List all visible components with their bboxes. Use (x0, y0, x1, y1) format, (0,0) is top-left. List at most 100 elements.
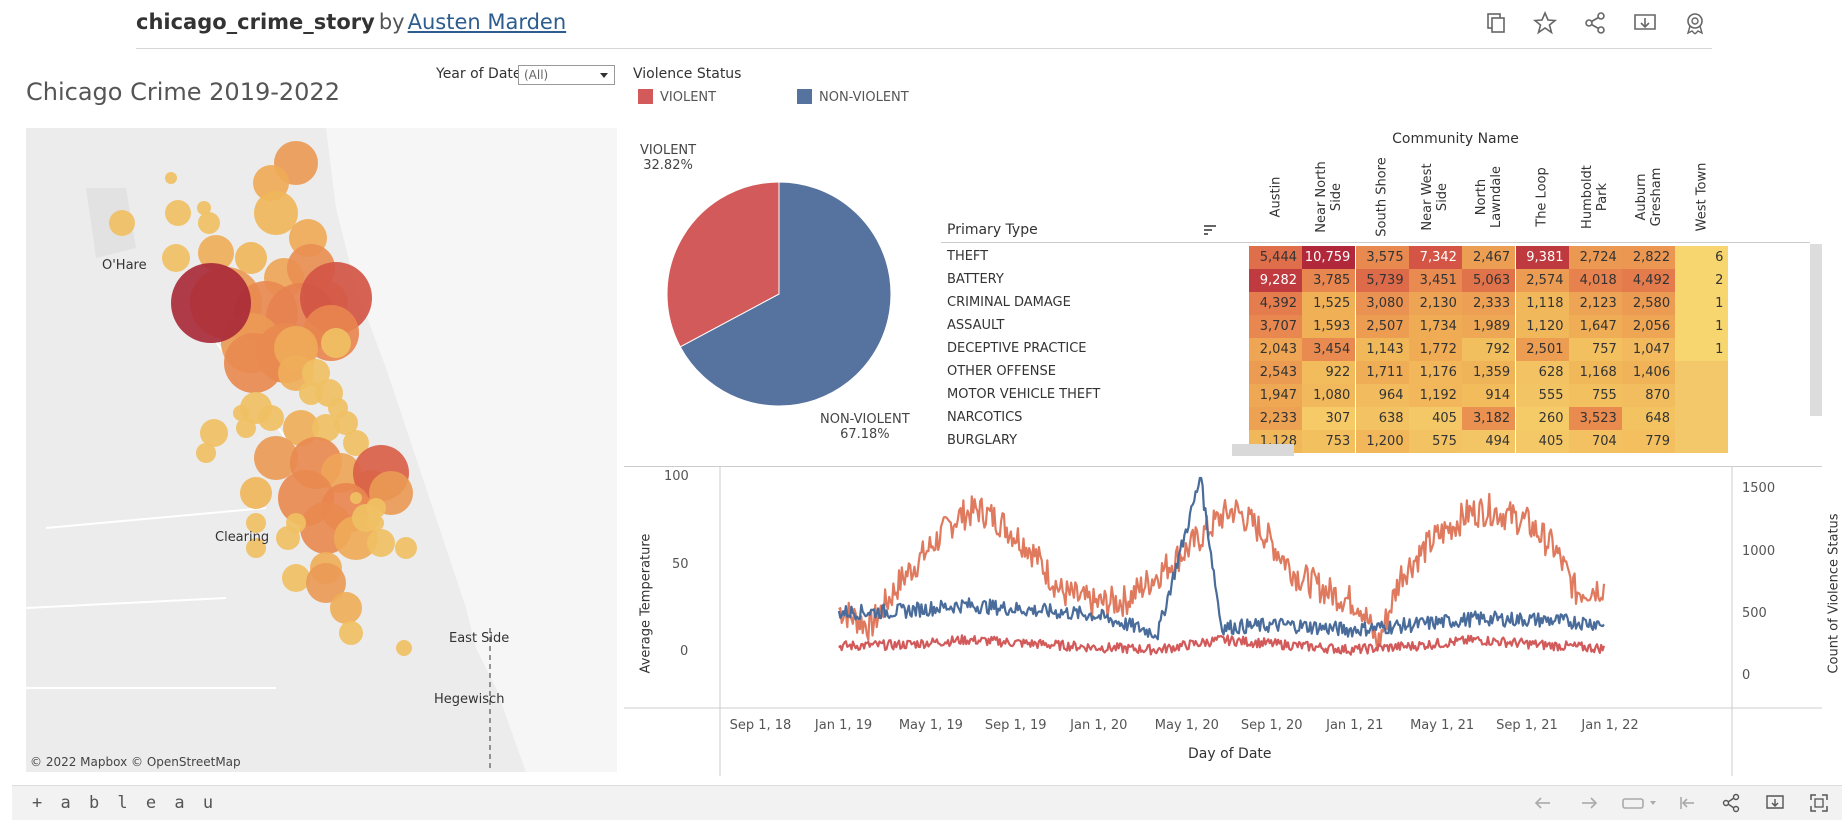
row-label[interactable]: CRIMINAL DAMAGE (947, 295, 1071, 310)
heatmap-cell[interactable]: 5,739 (1355, 269, 1409, 292)
row-label[interactable]: BATTERY (947, 272, 1004, 287)
heatmap-cell[interactable]: 3,707 (1249, 315, 1302, 338)
tableau-logo[interactable]: + a b l e a u (32, 793, 217, 813)
heatmap-cell[interactable]: 4,492 (1622, 269, 1676, 292)
heatmap-cell[interactable]: 753 (1302, 430, 1356, 453)
crime-bubble[interactable] (339, 621, 363, 645)
heatmap-cell[interactable]: 1,192 (1408, 384, 1462, 407)
column-header[interactable]: The Loop (1516, 154, 1569, 240)
heatmap-cell[interactable]: 2,724 (1568, 246, 1622, 269)
crime-bubble[interactable] (236, 418, 256, 438)
legend-item-violent[interactable]: VIOLENT (638, 89, 716, 105)
heatmap-cell[interactable]: 1,989 (1462, 315, 1516, 338)
heatmap-cell[interactable]: 2,543 (1249, 361, 1302, 384)
heatmap-cell[interactable]: 1,359 (1462, 361, 1516, 384)
heatmap-cell[interactable]: 405 (1408, 407, 1462, 430)
heatmap-cell[interactable]: 494 (1462, 430, 1516, 453)
heatmap-cell[interactable]: 5,444 (1249, 246, 1302, 269)
crime-bubble[interactable] (276, 526, 300, 550)
crime-bubble[interactable] (198, 212, 220, 234)
first-page-icon[interactable] (1676, 792, 1698, 814)
share-icon[interactable] (1720, 792, 1742, 814)
share-icon[interactable] (1582, 10, 1608, 36)
time-series-chart[interactable]: Average Temperature Count of Violence St… (624, 466, 1842, 776)
heatmap-cell[interactable]: 638 (1355, 407, 1409, 430)
duplicate-icon[interactable] (1482, 10, 1508, 36)
heatmap-cell[interactable]: 5,063 (1462, 269, 1516, 292)
crime-bubble[interactable] (258, 405, 284, 431)
heatmap-cell[interactable] (1675, 407, 1729, 430)
heatmap-cell[interactable]: 307 (1302, 407, 1356, 430)
heatmap-cell[interactable]: 1,176 (1408, 361, 1462, 384)
revert-icon[interactable] (1620, 792, 1660, 814)
heatmap-cell[interactable]: 1,080 (1302, 384, 1356, 407)
crime-heatmap-table[interactable]: Community Name Primary Type Austin Near N… (941, 128, 1810, 458)
crime-bubble[interactable] (350, 492, 362, 504)
column-header[interactable]: North Lawndale (1462, 154, 1515, 240)
download-icon[interactable] (1632, 10, 1658, 36)
heatmap-cell[interactable]: 3,575 (1355, 246, 1409, 269)
author-link[interactable]: Austen Marden (408, 10, 567, 34)
violence-pie-chart[interactable] (665, 180, 893, 408)
crime-bubble[interactable] (109, 210, 135, 236)
heatmap-cell[interactable]: 1 (1675, 315, 1729, 338)
heatmap-cell[interactable]: 4,392 (1249, 292, 1302, 315)
crime-bubble[interactable] (233, 405, 249, 421)
heatmap-cell[interactable]: 2,043 (1249, 338, 1302, 361)
redo-icon[interactable] (1578, 792, 1600, 814)
heatmap-cell[interactable]: 10,759 (1302, 246, 1356, 269)
heatmap-cell[interactable] (1675, 430, 1729, 453)
undo-icon[interactable] (1532, 792, 1554, 814)
crime-bubble[interactable] (282, 564, 310, 592)
heatmap-cell[interactable]: 964 (1355, 384, 1409, 407)
row-label[interactable]: MOTOR VEHICLE THEFT (947, 387, 1100, 402)
fullscreen-icon[interactable] (1808, 792, 1830, 814)
heatmap-cell[interactable]: 260 (1515, 407, 1569, 430)
heatmap-cell[interactable]: 2,580 (1622, 292, 1676, 315)
heatmap-cell[interactable] (1675, 361, 1729, 384)
heatmap-cell[interactable]: 3,454 (1302, 338, 1356, 361)
column-header[interactable]: Near North Side (1302, 154, 1355, 240)
heatmap-cell[interactable]: 3,523 (1568, 407, 1622, 430)
crime-bubble[interactable] (330, 592, 362, 624)
heatmap-cell[interactable]: 3,785 (1302, 269, 1356, 292)
crime-bubble[interactable] (254, 191, 298, 235)
heatmap-cell[interactable]: 2,130 (1408, 292, 1462, 315)
crime-bubble[interactable] (367, 529, 395, 557)
heatmap-cell[interactable]: 555 (1515, 384, 1569, 407)
heatmap-cell[interactable]: 1 (1675, 338, 1729, 361)
heatmap-cell[interactable]: 1,168 (1568, 361, 1622, 384)
badge-icon[interactable] (1682, 10, 1708, 36)
download-icon[interactable] (1764, 792, 1786, 814)
crime-bubble[interactable] (395, 537, 417, 559)
heatmap-cell[interactable]: 1,406 (1622, 361, 1676, 384)
column-header[interactable]: Near West Side (1409, 154, 1462, 240)
row-label[interactable]: DECEPTIVE PRACTICE (947, 341, 1087, 356)
crime-bubble[interactable] (171, 263, 251, 343)
heatmap-cell[interactable]: 3,080 (1355, 292, 1409, 315)
column-header[interactable]: South Shore (1356, 154, 1409, 240)
series-line-violent[interactable] (838, 634, 1606, 656)
heatmap-cell[interactable]: 1,647 (1568, 315, 1622, 338)
heatmap-cell[interactable]: 779 (1622, 430, 1676, 453)
heatmap-cell[interactable]: 405 (1515, 430, 1569, 453)
star-icon[interactable] (1532, 10, 1558, 36)
heatmap-cell[interactable]: 1,947 (1249, 384, 1302, 407)
heatmap-cell[interactable]: 648 (1622, 407, 1676, 430)
crime-bubble[interactable] (368, 515, 384, 531)
heatmap-cell[interactable]: 1,711 (1355, 361, 1409, 384)
heatmap-cell[interactable]: 2 (1675, 269, 1729, 292)
crime-bubble[interactable] (240, 477, 272, 509)
heatmap-cell[interactable]: 1,734 (1408, 315, 1462, 338)
heatmap-cell[interactable]: 2,333 (1462, 292, 1516, 315)
heatmap-cell[interactable]: 1,047 (1622, 338, 1676, 361)
heatmap-cell[interactable]: 4,018 (1568, 269, 1622, 292)
heatmap-cell[interactable] (1675, 384, 1729, 407)
heatmap-cell[interactable]: 1,525 (1302, 292, 1356, 315)
heatmap-cell[interactable]: 2,233 (1249, 407, 1302, 430)
heatmap-cell[interactable]: 1 (1675, 292, 1729, 315)
column-header[interactable]: Austin (1249, 154, 1302, 240)
column-header[interactable]: West Town (1675, 154, 1728, 240)
heatmap-cell[interactable]: 755 (1568, 384, 1622, 407)
crime-bubble[interactable] (396, 640, 412, 656)
